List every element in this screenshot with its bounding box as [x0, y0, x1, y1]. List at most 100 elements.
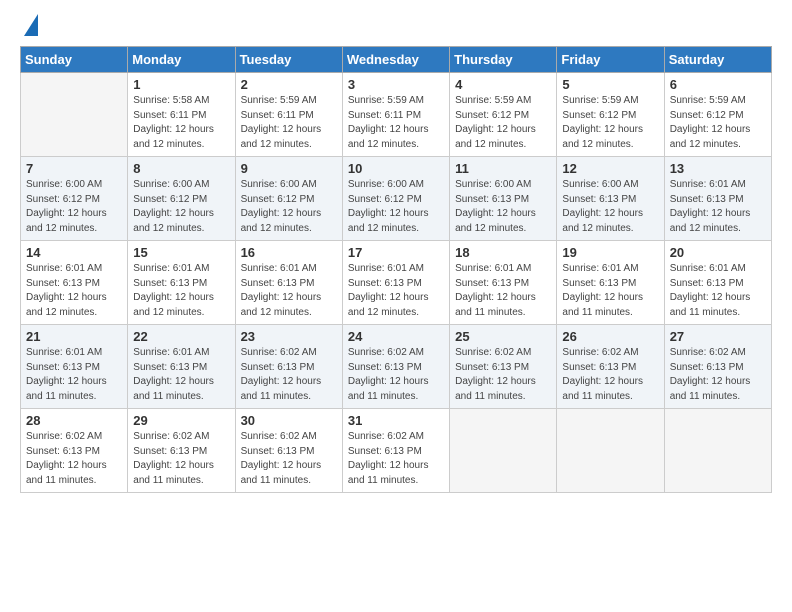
calendar-day-cell [557, 409, 664, 493]
calendar-day-cell [664, 409, 771, 493]
calendar-day-header: Saturday [664, 47, 771, 73]
calendar-day-cell: 10 Sunrise: 6:00 AMSunset: 6:12 PMDayligh… [342, 157, 449, 241]
day-number: 10 [348, 161, 444, 176]
calendar-week-row: 1 Sunrise: 5:58 AMSunset: 6:11 PMDaylight… [21, 73, 772, 157]
calendar-day-header: Monday [128, 47, 235, 73]
day-number: 4 [455, 77, 551, 92]
day-number: 3 [348, 77, 444, 92]
day-number: 6 [670, 77, 766, 92]
calendar-day-cell: 24 Sunrise: 6:02 AMSunset: 6:13 PMDayligh… [342, 325, 449, 409]
calendar-day-cell: 9Sunrise: 6:00 AMSunset: 6:12 PMDaylight… [235, 157, 342, 241]
day-info: Sunrise: 6:02 AMSunset: 6:13 PMDaylight:… [133, 430, 229, 488]
day-info: Sunrise: 5:59 AMSunset: 6:12 PMDaylight:… [670, 94, 766, 152]
day-info: Sunrise: 6:00 AMSunset: 6:12 PMDaylight:… [133, 178, 229, 236]
calendar-day-cell: 21 Sunrise: 6:01 AMSunset: 6:13 PMDayligh… [21, 325, 128, 409]
day-number: 7 [26, 161, 122, 176]
day-info: Sunrise: 6:02 AMSunset: 6:13 PMDaylight:… [348, 430, 444, 488]
day-number: 23 [241, 329, 337, 344]
logo [20, 16, 38, 36]
day-info: Sunrise: 6:02 AMSunset: 6:13 PMDaylight:… [241, 346, 337, 404]
day-number: 21 [26, 329, 122, 344]
logo-triangle-icon [24, 14, 38, 36]
calendar-header-row: SundayMondayTuesdayWednesdayThursdayFrid… [21, 47, 772, 73]
calendar-day-cell: 17 Sunrise: 6:01 AMSunset: 6:13 PMDayligh… [342, 241, 449, 325]
day-number: 13 [670, 161, 766, 176]
day-number: 14 [26, 245, 122, 260]
calendar-day-header: Sunday [21, 47, 128, 73]
calendar-week-row: 21 Sunrise: 6:01 AMSunset: 6:13 PMDayligh… [21, 325, 772, 409]
day-number: 24 [348, 329, 444, 344]
day-number: 18 [455, 245, 551, 260]
calendar-day-cell: 18 Sunrise: 6:01 AMSunset: 6:13 PMDayligh… [450, 241, 557, 325]
day-number: 1 [133, 77, 229, 92]
day-info: Sunrise: 6:02 AMSunset: 6:13 PMDaylight:… [348, 346, 444, 404]
calendar-day-cell: 5 Sunrise: 5:59 AMSunset: 6:12 PMDaylight… [557, 73, 664, 157]
day-info: Sunrise: 6:00 AMSunset: 6:12 PMDaylight:… [348, 178, 444, 236]
calendar-table: SundayMondayTuesdayWednesdayThursdayFrid… [20, 46, 772, 493]
day-info: Sunrise: 6:01 AMSunset: 6:13 PMDaylight:… [133, 346, 229, 404]
calendar-day-cell: 14 Sunrise: 6:01 AMSunset: 6:13 PMDayligh… [21, 241, 128, 325]
day-number: 2 [241, 77, 337, 92]
calendar-day-cell: 15 Sunrise: 6:01 AMSunset: 6:13 PMDayligh… [128, 241, 235, 325]
day-number: 28 [26, 413, 122, 428]
calendar-day-cell [21, 73, 128, 157]
calendar-day-cell: 2Sunrise: 5:59 AMSunset: 6:11 PMDaylight… [235, 73, 342, 157]
day-info: Sunrise: 6:00 AMSunset: 6:13 PMDaylight:… [562, 178, 658, 236]
day-number: 29 [133, 413, 229, 428]
day-number: 22 [133, 329, 229, 344]
day-number: 5 [562, 77, 658, 92]
day-info: Sunrise: 6:01 AMSunset: 6:13 PMDaylight:… [455, 262, 551, 320]
day-number: 25 [455, 329, 551, 344]
calendar-day-cell: 1 Sunrise: 5:58 AMSunset: 6:11 PMDaylight… [128, 73, 235, 157]
calendar-day-cell: 30Sunrise: 6:02 AMSunset: 6:13 PMDayligh… [235, 409, 342, 493]
calendar-day-cell: 29 Sunrise: 6:02 AMSunset: 6:13 PMDayligh… [128, 409, 235, 493]
day-info: Sunrise: 5:59 AMSunset: 6:11 PMDaylight:… [348, 94, 444, 152]
day-number: 27 [670, 329, 766, 344]
day-info: Sunrise: 6:01 AMSunset: 6:13 PMDaylight:… [670, 178, 766, 236]
day-info: Sunrise: 6:01 AMSunset: 6:13 PMDaylight:… [241, 262, 337, 320]
calendar-day-cell: 20 Sunrise: 6:01 AMSunset: 6:13 PMDayligh… [664, 241, 771, 325]
calendar-day-cell: 6 Sunrise: 5:59 AMSunset: 6:12 PMDaylight… [664, 73, 771, 157]
day-info: Sunrise: 5:58 AMSunset: 6:11 PMDaylight:… [133, 94, 229, 152]
day-info: Sunrise: 6:00 AMSunset: 6:12 PMDaylight:… [241, 178, 337, 236]
day-info: Sunrise: 6:02 AMSunset: 6:13 PMDaylight:… [26, 430, 122, 488]
day-info: Sunrise: 6:02 AMSunset: 6:13 PMDaylight:… [670, 346, 766, 404]
calendar-day-cell: 28 Sunrise: 6:02 AMSunset: 6:13 PMDayligh… [21, 409, 128, 493]
day-info: Sunrise: 6:02 AMSunset: 6:13 PMDaylight:… [562, 346, 658, 404]
day-info: Sunrise: 6:01 AMSunset: 6:13 PMDaylight:… [133, 262, 229, 320]
calendar-day-cell: 12 Sunrise: 6:00 AMSunset: 6:13 PMDayligh… [557, 157, 664, 241]
day-info: Sunrise: 6:01 AMSunset: 6:13 PMDaylight:… [348, 262, 444, 320]
day-number: 12 [562, 161, 658, 176]
day-info: Sunrise: 6:02 AMSunset: 6:13 PMDaylight:… [241, 430, 337, 488]
page: SundayMondayTuesdayWednesdayThursdayFrid… [0, 0, 792, 612]
day-info: Sunrise: 5:59 AMSunset: 6:12 PMDaylight:… [562, 94, 658, 152]
calendar-day-cell: 19 Sunrise: 6:01 AMSunset: 6:13 PMDayligh… [557, 241, 664, 325]
calendar-day-cell: 7Sunrise: 6:00 AMSunset: 6:12 PMDaylight… [21, 157, 128, 241]
calendar-day-cell: 11 Sunrise: 6:00 AMSunset: 6:13 PMDayligh… [450, 157, 557, 241]
day-info: Sunrise: 6:01 AMSunset: 6:13 PMDaylight:… [670, 262, 766, 320]
calendar-week-row: 28 Sunrise: 6:02 AMSunset: 6:13 PMDayligh… [21, 409, 772, 493]
day-number: 15 [133, 245, 229, 260]
day-info: Sunrise: 6:01 AMSunset: 6:13 PMDaylight:… [26, 262, 122, 320]
day-number: 8 [133, 161, 229, 176]
calendar-day-cell: 26Sunrise: 6:02 AMSunset: 6:13 PMDayligh… [557, 325, 664, 409]
calendar-week-row: 14 Sunrise: 6:01 AMSunset: 6:13 PMDayligh… [21, 241, 772, 325]
calendar-day-cell [450, 409, 557, 493]
calendar-day-cell: 23 Sunrise: 6:02 AMSunset: 6:13 PMDayligh… [235, 325, 342, 409]
day-info: Sunrise: 6:02 AMSunset: 6:13 PMDaylight:… [455, 346, 551, 404]
day-number: 11 [455, 161, 551, 176]
calendar-day-cell: 16 Sunrise: 6:01 AMSunset: 6:13 PMDayligh… [235, 241, 342, 325]
day-number: 20 [670, 245, 766, 260]
day-number: 19 [562, 245, 658, 260]
calendar-day-cell: 25 Sunrise: 6:02 AMSunset: 6:13 PMDayligh… [450, 325, 557, 409]
day-number: 31 [348, 413, 444, 428]
day-info: Sunrise: 5:59 AMSunset: 6:12 PMDaylight:… [455, 94, 551, 152]
calendar-day-header: Wednesday [342, 47, 449, 73]
day-info: Sunrise: 6:01 AMSunset: 6:13 PMDaylight:… [562, 262, 658, 320]
day-number: 17 [348, 245, 444, 260]
calendar-day-cell: 4 Sunrise: 5:59 AMSunset: 6:12 PMDaylight… [450, 73, 557, 157]
calendar-week-row: 7 Sunrise: 6:00 AMSunset: 6:12 PMDaylight… [21, 157, 772, 241]
day-number: 16 [241, 245, 337, 260]
day-info: Sunrise: 6:00 AMSunset: 6:13 PMDaylight:… [455, 178, 551, 236]
day-info: Sunrise: 6:01 AMSunset: 6:13 PMDaylight:… [26, 346, 122, 404]
